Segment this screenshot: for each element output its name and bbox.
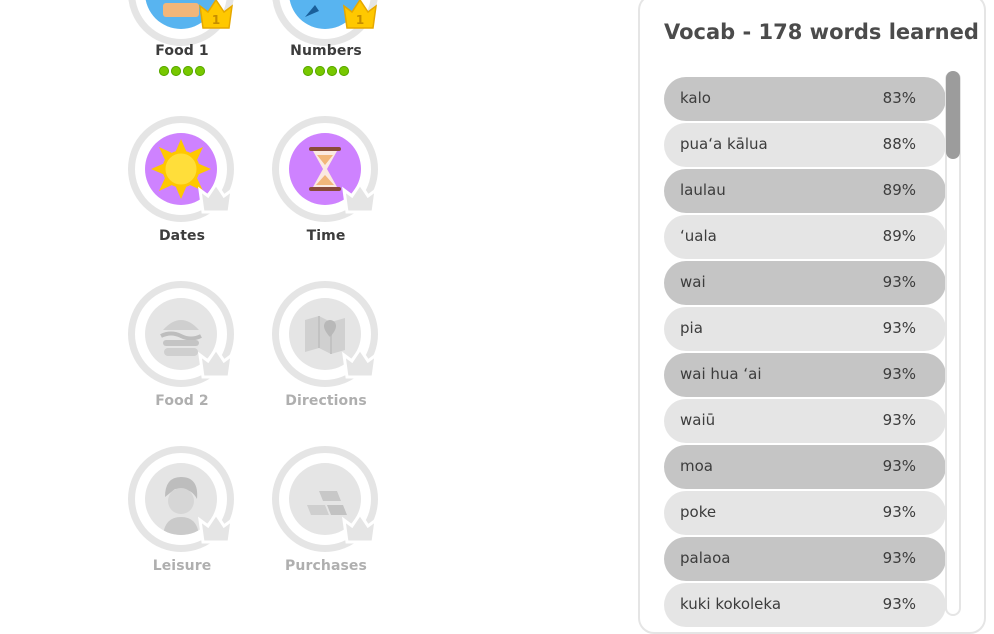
skill-label: Directions [285, 393, 367, 409]
progress-dot [327, 66, 337, 76]
crown-icon [342, 347, 378, 379]
skill-label: Purchases [285, 558, 367, 574]
progress-dot [195, 66, 205, 76]
vocab-row[interactable]: moa 93% [664, 445, 946, 489]
crown-icon [342, 512, 378, 544]
vocab-row[interactable]: wai 93% [664, 261, 946, 305]
vocab-strength: 93% [882, 457, 916, 475]
vocab-strength: 89% [882, 227, 916, 245]
vocab-row[interactable]: laulau 89% [664, 169, 946, 213]
vocab-title: Vocab - 178 words learned [664, 20, 979, 44]
crown-icon [198, 182, 234, 214]
vocab-strength: 93% [882, 549, 916, 567]
vocab-word: poke [680, 503, 717, 521]
svg-text:1: 1 [356, 13, 364, 27]
progress-dot [183, 66, 193, 76]
skill-label: Food 2 [155, 393, 209, 409]
progress-dot [303, 66, 313, 76]
vocab-strength: 93% [882, 503, 916, 521]
vocab-word: laulau [680, 181, 726, 199]
vocab-row[interactable]: ʻuala 89% [664, 215, 946, 259]
crown-icon [198, 347, 234, 379]
vocab-word: pia [680, 319, 703, 337]
vocab-scrollbar-thumb[interactable] [946, 71, 960, 159]
svg-text:1: 1 [212, 13, 220, 27]
progress-dot [159, 66, 169, 76]
vocab-word: moa [680, 457, 713, 475]
crown-icon: 1 [342, 0, 378, 30]
progress-dot [171, 66, 181, 76]
vocab-strength: 93% [882, 319, 916, 337]
vocab-row[interactable]: kalo 83% [664, 77, 946, 121]
vocab-row[interactable]: poke 93% [664, 491, 946, 535]
crown-icon: 1 [198, 0, 234, 30]
vocab-word: palaoa [680, 549, 731, 567]
vocab-row[interactable]: pia 93% [664, 307, 946, 351]
progress-dots [254, 66, 398, 76]
vocab-strength: 83% [882, 89, 916, 107]
vocab-row[interactable]: wai hua ʻai 93% [664, 353, 946, 397]
skill-label: Food 1 [155, 43, 209, 59]
vocab-word: kuki kokoleka [680, 595, 782, 613]
vocab-strength: 93% [882, 411, 916, 429]
vocab-strength: 93% [882, 365, 916, 383]
vocab-strength: 88% [882, 135, 916, 153]
vocab-strength: 93% [882, 273, 916, 291]
skill-label: Dates [158, 228, 206, 244]
skill-label: Numbers [290, 43, 362, 59]
progress-dot [315, 66, 325, 76]
vocab-strength: 89% [882, 181, 916, 199]
vocab-word: wai hua ʻai [680, 365, 762, 383]
vocab-row[interactable]: waiū 93% [664, 399, 946, 443]
progress-dots [110, 66, 254, 76]
vocab-word: waiū [680, 411, 716, 429]
vocab-word: puaʻa kālua [680, 135, 768, 153]
vocab-word: ʻuala [680, 227, 717, 245]
skill-label: Time [306, 228, 346, 244]
vocab-panel: Vocab - 178 words learned kalo 83% puaʻa… [638, 0, 986, 634]
vocab-row[interactable]: kuki kokoleka 93% [664, 583, 946, 627]
crown-icon [342, 182, 378, 214]
crown-icon [198, 512, 234, 544]
vocab-word: kalo [680, 89, 711, 107]
vocab-word: wai [680, 273, 706, 291]
vocab-strength: 93% [882, 595, 916, 613]
progress-dot [339, 66, 349, 76]
vocab-row[interactable]: palaoa 93% [664, 537, 946, 581]
vocab-row[interactable]: puaʻa kālua 88% [664, 123, 946, 167]
vocab-list[interactable]: kalo 83% puaʻa kālua 88% laulau 89% ʻual… [664, 77, 946, 629]
skill-label: Leisure [152, 558, 212, 574]
